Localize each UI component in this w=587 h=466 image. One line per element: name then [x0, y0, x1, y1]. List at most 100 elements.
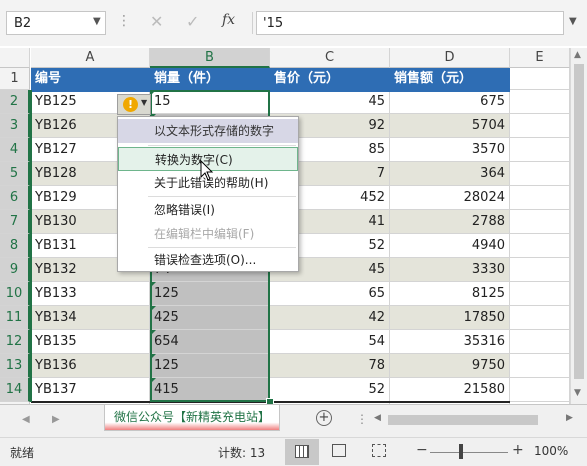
scroll-right-icon[interactable]: ▶	[566, 413, 573, 423]
empty-cell[interactable]	[510, 138, 570, 162]
page-layout-view-icon[interactable]	[332, 444, 346, 457]
scrollbar-thumb[interactable]	[388, 415, 538, 425]
scroll-left-icon[interactable]: ◀	[374, 413, 381, 423]
table-cell[interactable]: YB137	[31, 378, 150, 402]
sheet-tab-active[interactable]: 微信公众号【新精英充电站】	[104, 405, 280, 431]
enter-icon[interactable]: ✓	[186, 12, 199, 31]
table-cell[interactable]: 5704	[390, 114, 510, 138]
chevron-down-icon[interactable]: ▼	[93, 16, 101, 27]
menu-item-error-check-options[interactable]: 错误检查选项(O)...	[118, 248, 298, 272]
table-cell[interactable]: 35316	[390, 330, 510, 354]
table-cell[interactable]: 42	[270, 306, 390, 330]
zoom-in-button[interactable]: +	[512, 442, 524, 458]
row-header-3[interactable]: 3	[0, 114, 30, 138]
select-all-corner[interactable]	[0, 48, 30, 68]
column-header-e[interactable]: E	[510, 48, 570, 68]
table-cell[interactable]: 65	[270, 282, 390, 306]
column-header-c[interactable]: C	[270, 48, 390, 68]
empty-cell[interactable]	[510, 330, 570, 354]
row-header-8[interactable]: 8	[0, 234, 30, 258]
row-header-10[interactable]: 10	[0, 282, 30, 306]
empty-cell[interactable]	[510, 114, 570, 138]
table-cell[interactable]: 675	[390, 90, 510, 114]
cancel-icon[interactable]: ✕	[150, 12, 163, 31]
table-cell[interactable]: YB135	[31, 330, 150, 354]
row-header-9[interactable]: 9	[0, 258, 30, 282]
empty-cell[interactable]	[510, 162, 570, 186]
zoom-level[interactable]: 100%	[534, 444, 568, 458]
table-cell[interactable]: 415	[150, 378, 270, 402]
vertical-scrollbar[interactable]: ▲ ▼	[570, 48, 587, 404]
row-header-13[interactable]: 13	[0, 354, 30, 378]
table-cell[interactable]: 21580	[390, 378, 510, 402]
table-cell[interactable]: 8125	[390, 282, 510, 306]
drag-handle-icon[interactable]: ⋮	[117, 13, 131, 29]
table-cell[interactable]: 364	[390, 162, 510, 186]
row-header-12[interactable]: 12	[0, 330, 30, 354]
table-cell[interactable]: YB136	[31, 354, 150, 378]
zoom-slider-thumb[interactable]	[459, 444, 463, 459]
zoom-slider-track[interactable]	[430, 452, 508, 453]
empty-cell[interactable]	[510, 306, 570, 330]
row-header-6[interactable]: 6	[0, 186, 30, 210]
empty-cell[interactable]	[510, 258, 570, 282]
table-cell[interactable]: 17850	[390, 306, 510, 330]
table-cell[interactable]: 15	[150, 90, 270, 114]
previous-sheet-icon[interactable]: ◀	[22, 414, 30, 425]
empty-cell[interactable]	[510, 210, 570, 234]
row-header-11[interactable]: 11	[0, 306, 30, 330]
row-header-7[interactable]: 7	[0, 210, 30, 234]
table-cell[interactable]: 4940	[390, 234, 510, 258]
empty-cell[interactable]	[510, 68, 570, 90]
table-cell[interactable]: YB134	[31, 306, 150, 330]
table-cell[interactable]: 52	[270, 378, 390, 402]
table-cell[interactable]: 54	[270, 330, 390, 354]
table-cell[interactable]: 28024	[390, 186, 510, 210]
empty-cell[interactable]	[510, 282, 570, 306]
row-header-2[interactable]: 2	[0, 90, 30, 114]
table-cell[interactable]: 3330	[390, 258, 510, 282]
table-cell[interactable]: 3570	[390, 138, 510, 162]
zoom-out-button[interactable]: −	[416, 442, 428, 458]
empty-cell[interactable]	[510, 186, 570, 210]
column-header-d[interactable]: D	[390, 48, 510, 68]
table-cell[interactable]: 425	[150, 306, 270, 330]
table-cell[interactable]: 9750	[390, 354, 510, 378]
empty-cell[interactable]	[510, 234, 570, 258]
table-header-cell[interactable]: 售价（元）	[270, 68, 390, 90]
empty-cell[interactable]	[510, 354, 570, 378]
table-cell[interactable]: 45	[270, 90, 390, 114]
table-header-cell[interactable]: 销售额（元）	[390, 68, 510, 90]
insert-function-icon[interactable]: fx	[222, 12, 235, 28]
empty-cell[interactable]	[510, 378, 570, 402]
column-header-b[interactable]: B	[150, 48, 270, 68]
scrollbar-thumb[interactable]	[574, 64, 584, 379]
table-cell[interactable]: 125	[150, 354, 270, 378]
expand-formula-bar-icon[interactable]: ▼	[569, 16, 577, 27]
normal-view-button[interactable]	[285, 439, 319, 465]
table-cell[interactable]: 2788	[390, 210, 510, 234]
page-break-view-icon[interactable]	[372, 444, 386, 457]
row-header-4[interactable]: 4	[0, 138, 30, 162]
menu-item-ignore-error[interactable]: 忽略错误(I)	[118, 198, 298, 222]
table-header-cell[interactable]: 销量（件）	[150, 68, 270, 90]
scroll-up-icon[interactable]: ▲	[574, 50, 581, 60]
scroll-down-icon[interactable]: ▼	[574, 388, 581, 398]
table-header-cell[interactable]: 编号	[31, 68, 150, 90]
horizontal-scrollbar[interactable]: ◀ ▶	[372, 413, 578, 427]
table-cell[interactable]: 78	[270, 354, 390, 378]
row-header-14[interactable]: 14	[0, 378, 30, 402]
table-cell[interactable]: 125	[150, 282, 270, 306]
add-sheet-icon[interactable]: +	[316, 410, 332, 426]
row-header-1[interactable]: 1	[0, 68, 30, 90]
next-sheet-icon[interactable]: ▶	[52, 414, 60, 425]
error-check-button[interactable]: ! ▼	[117, 94, 151, 115]
name-box[interactable]: B2 ▼	[6, 11, 106, 35]
table-cell[interactable]: YB133	[31, 282, 150, 306]
column-header-a[interactable]: A	[31, 48, 150, 68]
row-header-5[interactable]: 5	[0, 162, 30, 186]
table-cell[interactable]: 654	[150, 330, 270, 354]
empty-cell[interactable]	[510, 90, 570, 114]
formula-input[interactable]: '15	[256, 11, 564, 35]
tab-split-handle-icon[interactable]: ⋮	[356, 412, 368, 426]
